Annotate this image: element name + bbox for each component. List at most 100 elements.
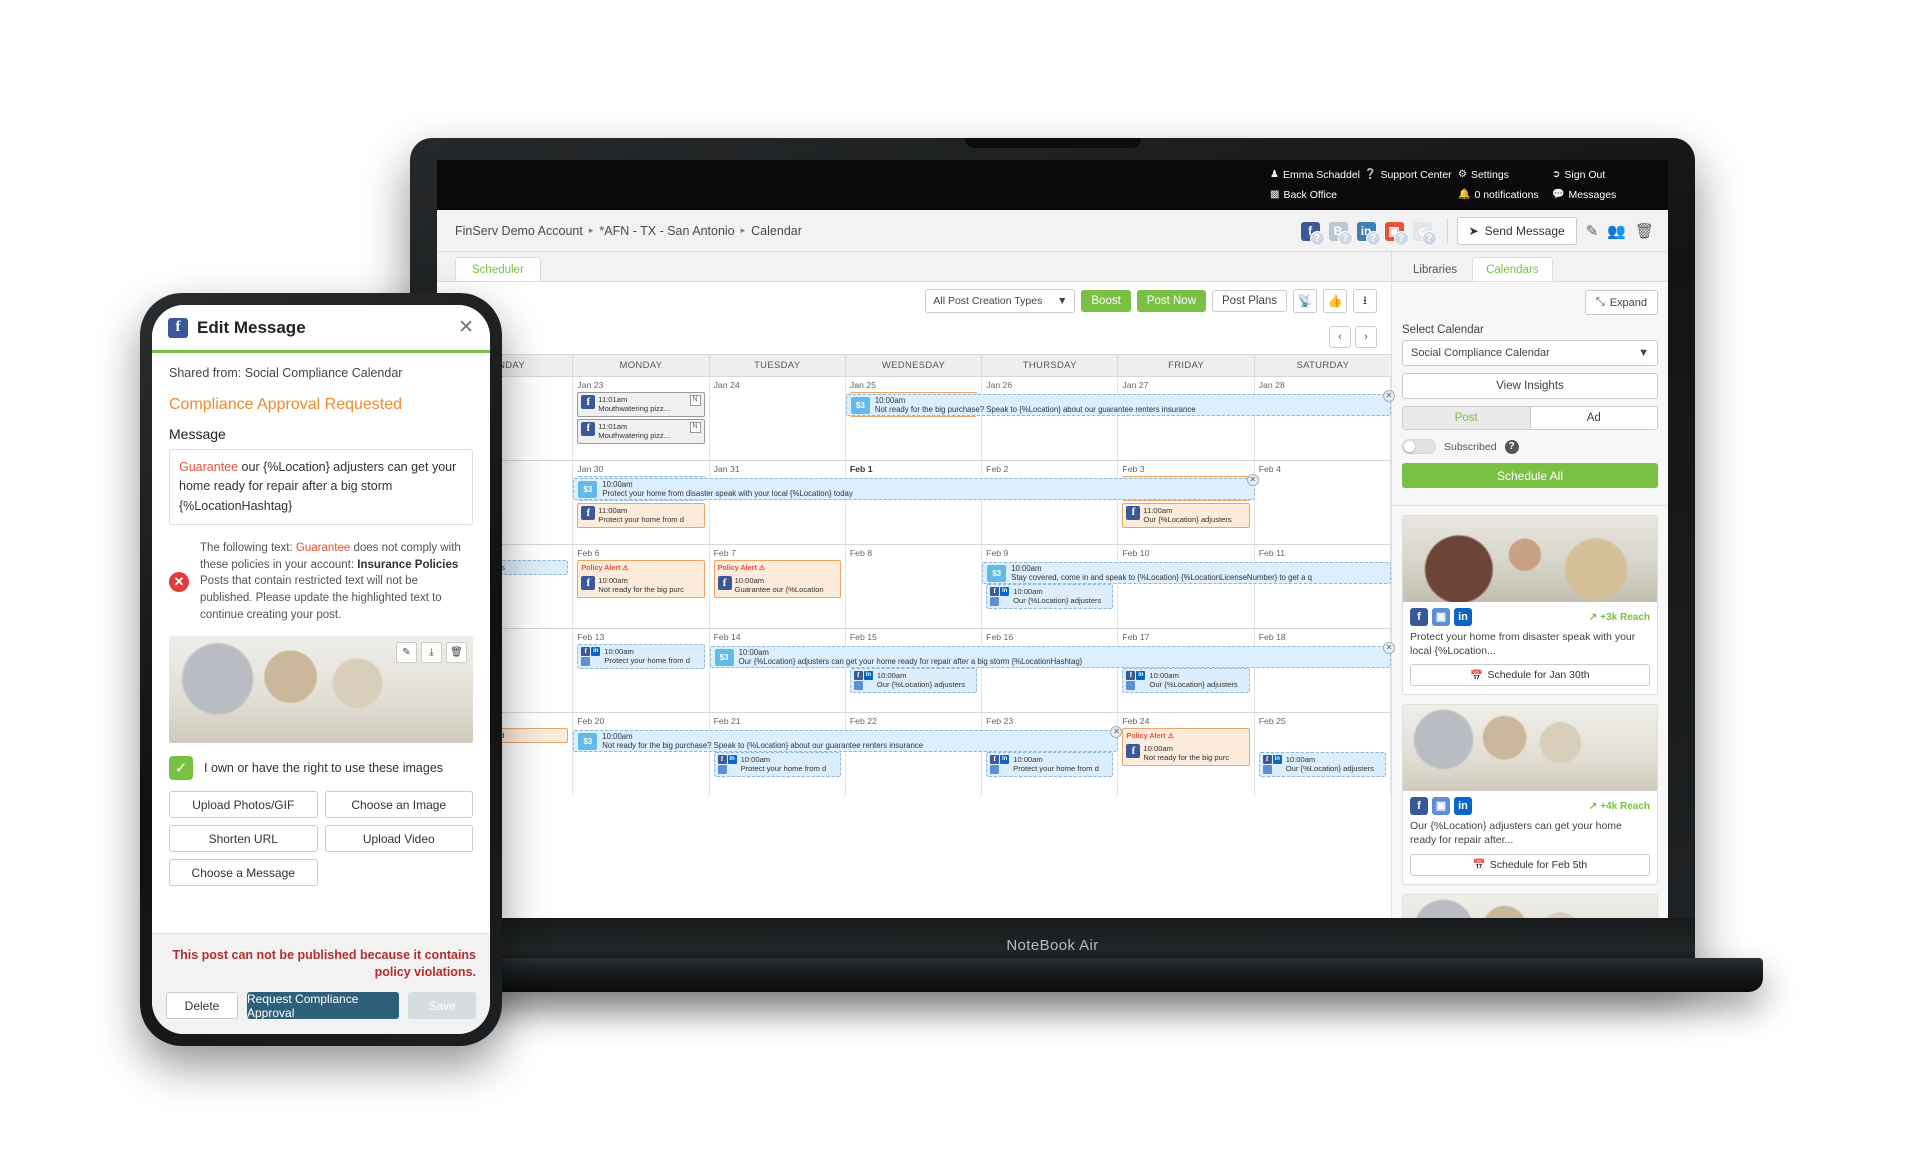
calendar-event[interactable]: f in 10:00am Our {%Location} adjusters	[1122, 668, 1250, 693]
calendar-span-close-icon[interactable]: ✕	[1383, 390, 1395, 402]
calendar-day-cell[interactable]: Feb 16	[982, 629, 1119, 712]
calendar-day-cell[interactable]: Feb 15 f in 10:00am Our {%Location} adjuster…	[846, 629, 983, 712]
download-photo-icon[interactable]: ⤓	[421, 642, 442, 664]
thumbs-up-icon[interactable]: 👍	[1323, 289, 1347, 313]
view-insights-button[interactable]: View Insights	[1402, 373, 1658, 399]
calendar-day-cell[interactable]: Feb 6 Policy Alert ⚠ f 10:00am Not ready for…	[573, 545, 710, 628]
message-input[interactable]: Guarantee our {%Location} adjusters can …	[169, 449, 473, 526]
post-plans-button[interactable]: Post Plans	[1212, 290, 1287, 312]
delete-photo-icon[interactable]: 🗑	[446, 642, 467, 664]
subscribed-toggle[interactable]	[1402, 439, 1436, 454]
post-card-schedule-button[interactable]: 📅 Schedule for Jan 30th	[1410, 664, 1650, 687]
calendar-day-cell[interactable]: Feb 9 f in 10:00am Our {%Location} adjusters	[982, 545, 1119, 628]
calendar-event-span[interactable]: $3 10:00am Our {%Location} adjusters can g…	[709, 646, 1391, 668]
choose-image-button[interactable]: Choose an Image	[324, 791, 473, 819]
post-card[interactable]: f▣in↗+4k ReachOur {%Location} adjusters …	[1402, 893, 1658, 918]
calendar-select[interactable]: Social Compliance Calendar ▼	[1402, 340, 1658, 366]
help-icon-subscribed[interactable]: ?	[1504, 439, 1519, 454]
post-card-schedule-button[interactable]: 📅 Schedule for Feb 5th	[1410, 853, 1650, 876]
calendar-day-cell[interactable]: Feb 4	[1255, 461, 1391, 544]
calendar-span-close-icon[interactable]: ✕	[1383, 642, 1395, 654]
post-now-button[interactable]: Post Now	[1136, 290, 1207, 312]
calendar-day-cell[interactable]: Feb 2	[982, 461, 1119, 544]
linkedin-chip[interactable]: in?	[1356, 221, 1381, 246]
extra-chip[interactable]: c?	[1412, 221, 1437, 246]
breadcrumb-item-location[interactable]: *AFN - TX - San Antonio	[599, 224, 734, 238]
breadcrumb-item-calendar[interactable]: Calendar	[751, 224, 802, 238]
calendar-event[interactable]: fin10:00amProtect your home from d	[577, 644, 705, 669]
calendar-day-cell[interactable]: Feb 22	[846, 713, 983, 796]
calendar-event[interactable]: f 11:01am Mouthwatering pizz... N	[577, 392, 705, 417]
calendar-day-cell[interactable]: Feb 25 f in 10:00am Our {%Location} adjuster…	[1255, 713, 1391, 796]
calendar-event[interactable]: f in 10:00am Our {%Location} adjusters	[986, 584, 1114, 609]
choose-message-button[interactable]: Choose a Message	[169, 859, 318, 887]
calendar-day-cell[interactable]: Jan 27	[1118, 377, 1255, 460]
upload-photos-button[interactable]: Upload Photos/GIF	[169, 791, 318, 819]
calendar-day-cell[interactable]: Jan 31	[710, 461, 846, 544]
calendar-day-cell[interactable]: Feb 10	[1118, 545, 1255, 628]
calendar-day-cell[interactable]: Feb 17 f in 10:00am Our {%Location} adjuster…	[1118, 629, 1255, 712]
send-message-button[interactable]: ➤ Send Message	[1456, 217, 1577, 245]
support-center-link[interactable]: ❔ Support Center	[1364, 169, 1458, 181]
calendar-day-cell[interactable]: Feb 21 f in 10:00am Protect your home from d	[710, 713, 846, 796]
image-rights-checkbox[interactable]: ✓	[169, 756, 193, 781]
calendar-day-cell[interactable]: Feb 18	[1255, 629, 1391, 712]
calendar-day-cell[interactable]: Feb 7 Policy Alert ⚠ f 10:00am Guarantee our…	[710, 545, 846, 628]
calendar-day-cell[interactable]: Jan 23 f 11:01am Mouthwatering pizz... Nf 11:…	[573, 377, 710, 460]
tab-calendars[interactable]: Calendars	[1472, 257, 1553, 281]
calendar-event[interactable]: Policy Alert ⚠ f 10:00am Not ready for the …	[577, 560, 705, 598]
facebook-chip[interactable]: f?	[1300, 221, 1325, 246]
messages-link[interactable]: 💬 Messages	[1552, 189, 1646, 201]
trash-icon[interactable]: 🗑	[1635, 222, 1654, 240]
calendar-event-span[interactable]: $3 10:00am Protect your home from disaster…	[573, 478, 1255, 500]
calendar-day-cell[interactable]: Feb 1	[846, 461, 983, 544]
calendar-day-cell[interactable]: Feb 23 f in 10:00am Protect your home from d	[982, 713, 1119, 796]
calendar-event[interactable]: Policy Alert ⚠ f 10:00am Guarantee our {%Lo…	[713, 560, 841, 598]
calendar-day-cell[interactable]: Feb 20	[573, 713, 710, 796]
request-compliance-approval-button[interactable]: Request Compliance Approval	[247, 992, 399, 1020]
back-office-link[interactable]: ▩ Back Office	[1270, 189, 1364, 201]
calendar-event-span[interactable]: $3 10:00am Not ready for the big purchase?…	[845, 394, 1391, 416]
calendar-event[interactable]: fin10:00amProtect your home from d	[713, 752, 841, 777]
segment-post[interactable]: Post	[1403, 407, 1531, 429]
calendar-day-cell[interactable]: Jan 25f11:00amProtect your home from d	[846, 377, 983, 460]
calendar-event-span[interactable]: $3 10:00am Stay covered, come in and speak…	[982, 562, 1391, 584]
tab-libraries[interactable]: Libraries	[1400, 258, 1470, 281]
rss-chip[interactable]: ▣?	[1384, 221, 1409, 246]
calendar-day-cell[interactable]: Jan 26	[982, 377, 1119, 460]
team-icon[interactable]: 👥	[1607, 222, 1626, 240]
upload-video-button[interactable]: Upload Video	[324, 825, 473, 853]
post-card[interactable]: f▣in↗+4k ReachOur {%Location} adjusters …	[1402, 704, 1658, 885]
edit-icon[interactable]: ✎	[1586, 222, 1599, 240]
notifications-link[interactable]: 🔔 0 notifications	[1458, 189, 1552, 201]
post-creation-types-select[interactable]: All Post Creation Types ▼	[925, 289, 1076, 313]
calendar-event[interactable]: f 11:01am Mouthwatering pizz... N	[577, 418, 705, 444]
calendar-event-span[interactable]: $3 10:00am Not ready for the big purchase?…	[573, 730, 1119, 752]
settings-link[interactable]: ⚙ Settings	[1458, 169, 1552, 181]
blogger-chip[interactable]: B?	[1328, 221, 1353, 246]
sign-out-link[interactable]: ➲ Sign Out	[1552, 169, 1646, 181]
calendar-prev-button[interactable]: ‹	[1329, 326, 1351, 348]
account-user-link[interactable]: ♟ Emma Schaddel	[1270, 169, 1364, 181]
schedule-all-button[interactable]: Schedule All	[1402, 463, 1658, 488]
edit-photo-icon[interactable]: ✎	[396, 642, 417, 664]
calendar-event[interactable]: fin10:00amProtect your home from d	[986, 752, 1114, 777]
upload-icon[interactable]: ⭳	[1353, 289, 1377, 313]
expand-button[interactable]: ⤡ Expand	[1584, 290, 1658, 315]
calendar-event[interactable]: f 11:00am Our {%Location} adjusters	[1122, 502, 1250, 528]
calendar-event[interactable]: Policy Alert ⚠ f 10:00am Not ready for the …	[1122, 728, 1250, 766]
shorten-url-button[interactable]: Shorten URL	[169, 825, 318, 853]
rss-icon[interactable]: 📡	[1293, 289, 1317, 313]
calendar-day-cell[interactable]: Feb 24 Policy Alert ⚠ f 10:00am Not ready fo…	[1118, 713, 1255, 796]
calendar-event[interactable]: f in 10:00am Our {%Location} adjusters	[849, 668, 978, 693]
post-card[interactable]: f ▣ in ↗ +3k Reach Protect your home from dis…	[1402, 515, 1658, 696]
calendar-day-cell[interactable]: Feb 8	[846, 545, 983, 628]
calendar-next-button[interactable]: ›	[1355, 326, 1377, 348]
calendar-day-cell[interactable]: Feb 11	[1255, 545, 1391, 628]
calendar-day-cell[interactable]: Jan 24	[710, 377, 846, 460]
calendar-day-cell[interactable]: Jan 28	[1255, 377, 1391, 460]
segment-ad[interactable]: Ad	[1530, 407, 1657, 429]
calendar-event[interactable]: f11:00amProtect your home from d	[577, 503, 705, 528]
calendar-span-close-icon[interactable]: ✕	[1246, 474, 1259, 486]
breadcrumb-item-account[interactable]: FinServ Demo Account	[455, 224, 583, 238]
